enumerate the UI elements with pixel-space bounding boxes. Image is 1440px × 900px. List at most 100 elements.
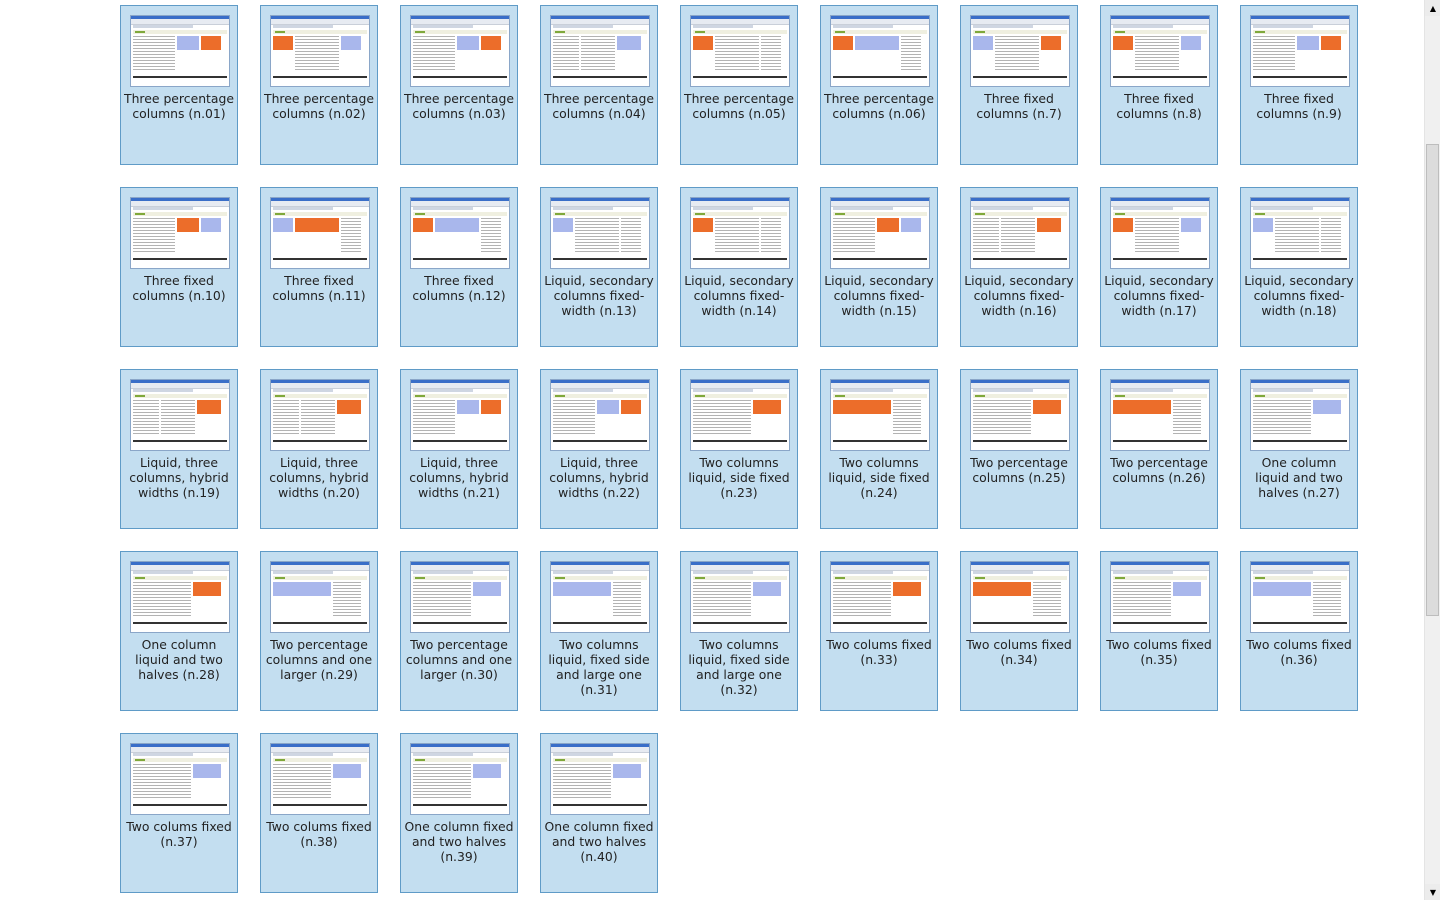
layout-card[interactable]: Two percentage columns (n.25) (960, 369, 1078, 529)
layout-card[interactable]: Two colums fixed (n.34) (960, 551, 1078, 711)
layout-card[interactable]: Three fixed columns (n.9) (1240, 5, 1358, 165)
layout-thumbnail (690, 15, 790, 87)
layout-card-label: Liquid, secondary columns fixed-width (n… (684, 273, 794, 318)
layout-card-label: Liquid, three columns, hybrid widths (n.… (129, 455, 229, 500)
layout-card[interactable]: Two colums fixed (n.33) (820, 551, 938, 711)
layout-card-label: Two colums fixed (n.35) (1106, 637, 1212, 667)
layout-card-label: Three fixed columns (n.10) (132, 273, 226, 303)
layout-thumbnail (550, 743, 650, 815)
layout-card-label: Two percentage columns and one larger (n… (405, 637, 513, 682)
layout-card[interactable]: One column liquid and two halves (n.28) (120, 551, 238, 711)
layout-card[interactable]: One column fixed and two halves (n.40) (540, 733, 658, 893)
layout-card[interactable]: Two columns liquid, side fixed (n.24) (820, 369, 938, 529)
layout-card-label: Two columns liquid, fixed side and large… (688, 637, 790, 697)
layout-card[interactable]: Two colums fixed (n.36) (1240, 551, 1358, 711)
layout-card[interactable]: Three fixed columns (n.8) (1100, 5, 1218, 165)
layout-card[interactable]: Two colums fixed (n.37) (120, 733, 238, 893)
layout-thumbnail (130, 197, 230, 269)
layout-card-label: Liquid, secondary columns fixed-width (n… (544, 273, 654, 318)
layout-card[interactable]: Liquid, secondary columns fixed-width (n… (960, 187, 1078, 347)
layout-card[interactable]: Liquid, three columns, hybrid widths (n.… (540, 369, 658, 529)
layout-thumbnail (130, 15, 230, 87)
layout-card-label: Two colums fixed (n.36) (1246, 637, 1352, 667)
layout-card[interactable]: Two percentage columns (n.26) (1100, 369, 1218, 529)
layout-card-label: Two columns liquid, side fixed (n.24) (828, 455, 930, 500)
layout-card[interactable]: Two columns liquid, fixed side and large… (680, 551, 798, 711)
layout-card[interactable]: Liquid, three columns, hybrid widths (n.… (400, 369, 518, 529)
layout-gallery: Three percentage columns (n.01) Three per… (0, 0, 1424, 900)
layout-thumbnail (270, 743, 370, 815)
layout-thumbnail (1250, 15, 1350, 87)
layout-card-label: Two percentage columns and one larger (n… (265, 637, 373, 682)
layout-thumbnail (130, 743, 230, 815)
layout-card[interactable]: Two columns liquid, fixed side and large… (540, 551, 658, 711)
layout-thumbnail (970, 15, 1070, 87)
layout-card[interactable]: Two percentage columns and one larger (n… (400, 551, 518, 711)
layout-card[interactable]: Two colums fixed (n.35) (1100, 551, 1218, 711)
layout-thumbnail (410, 15, 510, 87)
layout-card-label: Two colums fixed (n.33) (826, 637, 932, 667)
layout-card-label: One column fixed and two halves (n.39) (404, 819, 514, 864)
layout-card[interactable]: One column liquid and two halves (n.27) (1240, 369, 1358, 529)
layout-card-label: Two columns liquid, side fixed (n.23) (688, 455, 790, 500)
layout-thumbnail (550, 561, 650, 633)
layout-card[interactable]: Liquid, secondary columns fixed-width (n… (540, 187, 658, 347)
layout-card[interactable]: Three fixed columns (n.11) (260, 187, 378, 347)
layout-card-label: Liquid, secondary columns fixed-width (n… (824, 273, 934, 318)
layout-card-label: Two colums fixed (n.34) (966, 637, 1072, 667)
layout-card-label: Three fixed columns (n.7) (976, 91, 1062, 121)
layout-card[interactable]: Three fixed columns (n.10) (120, 187, 238, 347)
layout-thumbnail (410, 197, 510, 269)
layout-card[interactable]: Three percentage columns (n.01) (120, 5, 238, 165)
layout-card[interactable]: Three percentage columns (n.03) (400, 5, 518, 165)
layout-card[interactable]: Liquid, secondary columns fixed-width (n… (680, 187, 798, 347)
layout-card-label: Three percentage columns (n.01) (124, 91, 234, 121)
layout-thumbnail (830, 15, 930, 87)
layout-card[interactable]: Three percentage columns (n.02) (260, 5, 378, 165)
layout-thumbnail (270, 15, 370, 87)
layout-card-label: Liquid, secondary columns fixed-width (n… (964, 273, 1074, 318)
layout-card-label: Liquid, three columns, hybrid widths (n.… (549, 455, 649, 500)
layout-card[interactable]: One column fixed and two halves (n.39) (400, 733, 518, 893)
layout-card-label: One column liquid and two halves (n.28) (135, 637, 223, 682)
layout-card[interactable]: Three percentage columns (n.05) (680, 5, 798, 165)
scroll-thumb[interactable] (1426, 144, 1439, 616)
layout-card[interactable]: Three percentage columns (n.04) (540, 5, 658, 165)
layout-card[interactable]: Liquid, secondary columns fixed-width (n… (1100, 187, 1218, 347)
layout-card[interactable]: Liquid, secondary columns fixed-width (n… (820, 187, 938, 347)
layout-thumbnail (970, 197, 1070, 269)
layout-thumbnail (690, 197, 790, 269)
layout-card[interactable]: Three fixed columns (n.7) (960, 5, 1078, 165)
layout-card-label: Liquid, secondary columns fixed-width (n… (1244, 273, 1354, 318)
layout-card-label: Three fixed columns (n.9) (1256, 91, 1342, 121)
layout-card[interactable]: Liquid, three columns, hybrid widths (n.… (260, 369, 378, 529)
layout-card[interactable]: Two colums fixed (n.38) (260, 733, 378, 893)
layout-card[interactable]: Liquid, three columns, hybrid widths (n.… (120, 369, 238, 529)
layout-card-label: Three fixed columns (n.8) (1116, 91, 1202, 121)
vertical-scrollbar[interactable]: ▲ ▼ (1424, 0, 1440, 900)
layout-card[interactable]: Liquid, secondary columns fixed-width (n… (1240, 187, 1358, 347)
layout-card[interactable]: Two columns liquid, side fixed (n.23) (680, 369, 798, 529)
layout-thumbnail (690, 379, 790, 451)
layout-card[interactable]: Three fixed columns (n.12) (400, 187, 518, 347)
layout-card-label: Three percentage columns (n.02) (264, 91, 374, 121)
layout-thumbnail (690, 561, 790, 633)
layout-thumbnail (410, 743, 510, 815)
layout-thumbnail (1250, 379, 1350, 451)
scroll-up-arrow-icon[interactable]: ▲ (1425, 0, 1440, 16)
layout-thumbnail (830, 561, 930, 633)
layout-card-label: Two percentage columns (n.25) (970, 455, 1068, 485)
layout-thumbnail (410, 561, 510, 633)
layout-card[interactable]: Three percentage columns (n.06) (820, 5, 938, 165)
scroll-down-arrow-icon[interactable]: ▼ (1425, 884, 1440, 900)
layout-card-label: Liquid, secondary columns fixed-width (n… (1104, 273, 1214, 318)
layout-card[interactable]: Two percentage columns and one larger (n… (260, 551, 378, 711)
layout-thumbnail (270, 379, 370, 451)
layout-card-label: Two percentage columns (n.26) (1110, 455, 1208, 485)
layout-card-label: Two colums fixed (n.37) (126, 819, 232, 849)
layout-thumbnail (1110, 561, 1210, 633)
layout-thumbnail (270, 197, 370, 269)
layout-card-label: Three fixed columns (n.11) (272, 273, 366, 303)
layout-card-label: Two columns liquid, fixed side and large… (548, 637, 650, 697)
layout-thumbnail (550, 379, 650, 451)
